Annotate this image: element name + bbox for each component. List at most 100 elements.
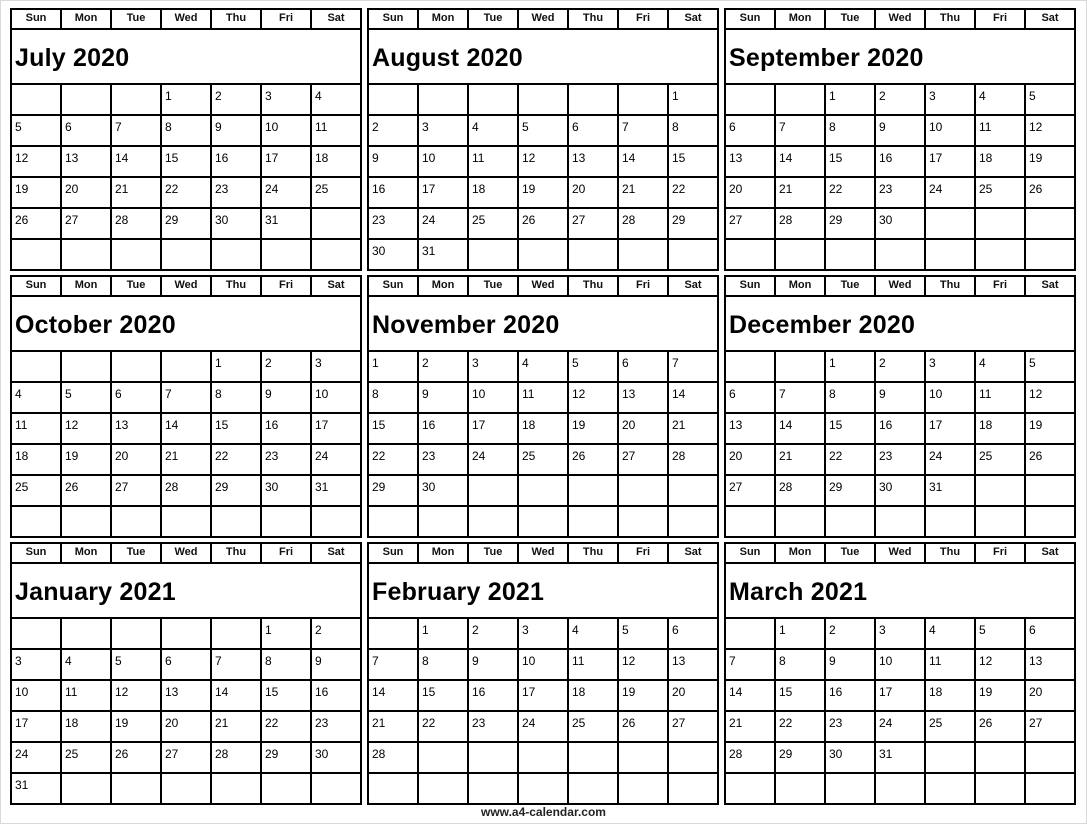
weekday-label: Sun	[726, 544, 776, 562]
month-calendar: Sun Mon Tue Wed Thu Fri Sat November 2020 1 2 3 4 5 6…	[367, 275, 719, 538]
day-cell: 5	[619, 619, 669, 648]
week-row: 4 5 6 7 8 9 10	[12, 383, 360, 414]
day-cell: 12	[1029, 120, 1043, 134]
weekday-header-row: Sun Mon Tue Wed Thu Fri Sat	[12, 277, 360, 297]
week-row: 13 14 15 16 17 18 19	[726, 414, 1074, 445]
day-cell	[726, 507, 776, 536]
day-cell: 5	[12, 116, 62, 145]
day-cell	[619, 507, 669, 536]
week-row: 27 28 29 30	[726, 209, 1074, 240]
week-row: 10 11 12 13 14 15 16	[12, 681, 360, 712]
day-cell	[469, 85, 519, 114]
day-cell: 4	[12, 383, 62, 412]
day-cell: 6	[112, 383, 162, 412]
week-row: 1	[369, 85, 717, 116]
day-cell: 26	[569, 445, 619, 474]
weekday-label: Tue	[469, 277, 519, 295]
weekday-label: Sat	[1041, 546, 1059, 558]
week-row: 14 15 16 17 18 19 20	[726, 681, 1074, 712]
weekday-label: Sun	[12, 10, 62, 28]
day-cell	[262, 774, 312, 803]
day-cell: 7	[776, 383, 826, 412]
week-row: 2345678	[369, 116, 717, 147]
day-cell	[669, 240, 717, 269]
week-row	[12, 507, 360, 536]
day-cell	[12, 240, 62, 269]
day-cell: 24	[12, 743, 62, 772]
day-cell	[569, 507, 619, 536]
day-cell: 27	[672, 716, 686, 730]
day-cell: 10	[519, 650, 569, 679]
day-cell	[519, 85, 569, 114]
day-cell	[469, 743, 519, 772]
week-row	[369, 507, 717, 536]
weekday-label: Sat	[327, 279, 345, 291]
day-cell: 8	[672, 120, 679, 134]
month-title: January 2021	[12, 564, 360, 619]
day-cell	[726, 85, 776, 114]
day-cell: 22	[826, 445, 876, 474]
day-cell	[826, 507, 876, 536]
day-cell: 15	[419, 681, 469, 710]
day-cell: 5	[62, 383, 112, 412]
day-cell: 26	[62, 476, 112, 505]
day-cell: 28	[162, 476, 212, 505]
day-cell: 11	[569, 650, 619, 679]
day-cell: 7	[112, 116, 162, 145]
day-cell	[212, 507, 262, 536]
weekday-label: Thu	[212, 10, 262, 28]
day-cell: 6	[162, 650, 212, 679]
day-cell: 27	[619, 445, 669, 474]
week-row: 28	[369, 743, 717, 774]
weekday-label: Thu	[212, 544, 262, 562]
day-cell	[976, 476, 1026, 505]
day-cell: 5	[569, 352, 619, 381]
day-cell: 20	[672, 685, 686, 699]
weekday-label: Wed	[162, 544, 212, 562]
day-cell: 19	[62, 445, 112, 474]
week-row: 11 12 13 14 15 16 17	[12, 414, 360, 445]
day-cell: 20	[726, 445, 776, 474]
day-cell	[312, 209, 360, 238]
day-cell: 9	[315, 654, 322, 668]
month-title: November 2020	[369, 297, 717, 352]
weekday-label: Wed	[519, 10, 569, 28]
day-cell: 15	[262, 681, 312, 710]
day-cell: 8	[826, 116, 876, 145]
day-cell: 24	[519, 712, 569, 741]
day-cell: 30	[876, 209, 926, 238]
day-cell: 21	[776, 445, 826, 474]
weekday-header-row: Sun Mon Tue Wed Thu Fri Sat	[12, 10, 360, 30]
week-row: 15 16 17 18 19 20 21	[369, 414, 717, 445]
weekday-label: Mon	[419, 544, 469, 562]
day-cell	[776, 352, 826, 381]
day-cell: 19	[1029, 418, 1043, 432]
day-cell	[262, 240, 312, 269]
day-cell: 7	[672, 356, 679, 370]
day-cell: 14	[726, 681, 776, 710]
week-row: 20 21 22 23 24 25 26	[726, 178, 1074, 209]
day-cell: 11	[315, 120, 328, 134]
week-row: 28 29 30 31	[726, 743, 1074, 774]
weekday-label: Thu	[926, 277, 976, 295]
day-cell: 27	[1029, 716, 1043, 730]
day-cell: 23	[262, 445, 312, 474]
day-cell	[726, 352, 776, 381]
day-cell: 6	[726, 116, 776, 145]
day-cell: 21	[212, 712, 262, 741]
week-row: 18 19 20 21 22 23 24	[12, 445, 360, 476]
day-cell: 10	[926, 383, 976, 412]
day-cell	[112, 85, 162, 114]
week-row: 25 26 27 28 29 30 31	[12, 476, 360, 507]
week-row: 12345	[726, 352, 1074, 383]
day-cell	[776, 507, 826, 536]
weekday-label: Sat	[684, 279, 702, 291]
day-cell: 6	[569, 116, 619, 145]
day-cell	[469, 476, 519, 505]
day-cell: 23	[369, 209, 419, 238]
day-cell	[62, 352, 112, 381]
day-cell	[619, 85, 669, 114]
day-cell: 23	[419, 445, 469, 474]
weekday-label: Wed	[162, 277, 212, 295]
day-cell: 10	[12, 681, 62, 710]
